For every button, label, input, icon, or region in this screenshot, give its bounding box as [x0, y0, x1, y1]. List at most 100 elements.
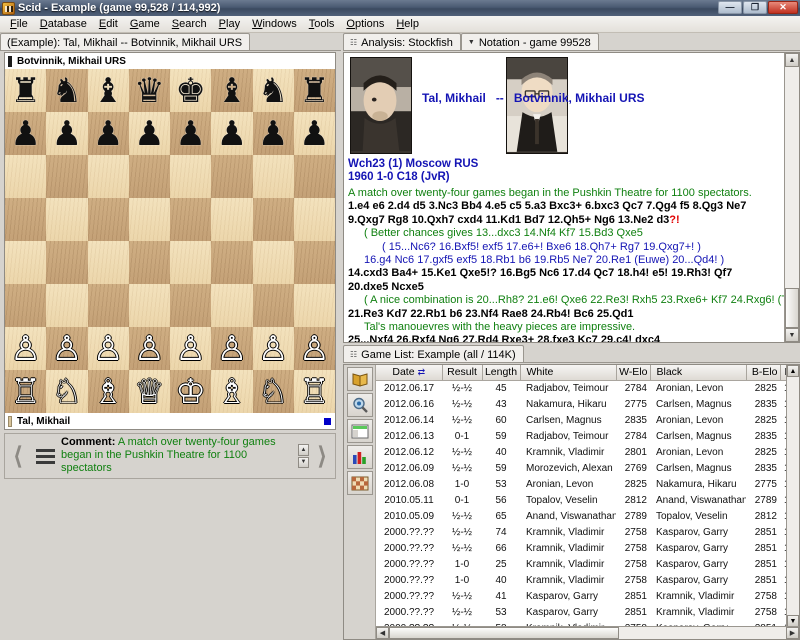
chess-piece[interactable]: ♙	[93, 332, 123, 366]
board-square[interactable]: ♗	[211, 370, 252, 413]
table-row[interactable]: 2000.??.??½-½66Kramnik, Vladimir2758Kasp…	[376, 540, 799, 556]
chess-piece[interactable]: ♛	[134, 74, 164, 108]
notation-scroll-down-icon[interactable]: ▼	[785, 328, 799, 342]
chess-piece[interactable]: ♟	[134, 117, 164, 151]
table-row[interactable]: 2012.06.081-053Aronian, Levon2825Nakamur…	[376, 476, 799, 492]
chess-piece[interactable]: ♜	[299, 74, 329, 108]
table-row[interactable]: 2000.??.??½-½41Kasparov, Garry2851Kramni…	[376, 588, 799, 604]
chess-piece[interactable]: ♟	[10, 117, 40, 151]
chess-piece[interactable]: ♟	[299, 117, 329, 151]
notation-line[interactable]: 20.dxe5 Ncxe5	[348, 281, 795, 294]
chess-piece[interactable]: ♖	[299, 375, 329, 409]
board-square[interactable]: ♟	[294, 112, 335, 155]
chess-piece[interactable]: ♙	[175, 332, 205, 366]
board-square[interactable]: ♖	[5, 370, 46, 413]
menu-game[interactable]: Game	[124, 17, 166, 31]
chess-piece[interactable]: ♙	[299, 332, 329, 366]
chess-piece[interactable]: ♞	[52, 74, 82, 108]
comment-scroll-up-icon[interactable]: ▲	[298, 444, 309, 456]
table-row[interactable]: 2000.??.??½-½74Kramnik, Vladimir2758Kasp…	[376, 524, 799, 540]
table-row[interactable]: 2000.??.??1-040Kramnik, Vladimir2758Kasp…	[376, 572, 799, 588]
chess-piece[interactable]: ♗	[217, 375, 247, 409]
board-square[interactable]: ♘	[253, 370, 294, 413]
chessboard-container[interactable]: Botvinnik, Mikhail URS ♜♞♝♛♚♝♞♜♟♟♟♟♟♟♟♟♙…	[4, 52, 336, 430]
book-icon[interactable]	[347, 367, 373, 391]
chess-piece[interactable]: ♚	[175, 74, 205, 108]
minimize-button[interactable]: —	[718, 1, 742, 14]
board-square[interactable]: ♟	[211, 112, 252, 155]
gl-hscroll-right-icon[interactable]: ▶	[786, 627, 799, 639]
move-list[interactable]: A match over twenty-four games began in …	[344, 186, 799, 343]
gl-hscroll-track[interactable]	[619, 627, 786, 639]
table-row[interactable]: 2010.05.110-156Topalov, Veselin2812Anand…	[376, 492, 799, 508]
menu-database[interactable]: Database	[34, 17, 93, 31]
menu-play[interactable]: Play	[213, 17, 246, 31]
table-row[interactable]: 2012.06.09½-½59Morozevich, Alexan2769Car…	[376, 460, 799, 476]
board-square[interactable]: ♜	[294, 69, 335, 112]
column-header-welo[interactable]: W-Elo	[616, 365, 650, 380]
board-square[interactable]: ♙	[170, 327, 211, 370]
board-square[interactable]: ♖	[294, 370, 335, 413]
board-square[interactable]	[253, 241, 294, 284]
notation-line[interactable]: A match over twenty-four games began in …	[348, 187, 795, 200]
board-square[interactable]	[46, 284, 87, 327]
board-square[interactable]	[46, 198, 87, 241]
board-square[interactable]: ♟	[253, 112, 294, 155]
comment-text[interactable]: Comment: A match over twenty-four games …	[59, 434, 298, 478]
board-square[interactable]	[88, 198, 129, 241]
chess-piece[interactable]: ♗	[93, 375, 123, 409]
board-square[interactable]	[5, 155, 46, 198]
chess-piece[interactable]: ♜	[10, 74, 40, 108]
chess-piece[interactable]: ♟	[175, 117, 205, 151]
board-square[interactable]: ♙	[253, 327, 294, 370]
board-square[interactable]: ♝	[211, 69, 252, 112]
board-square[interactable]	[46, 241, 87, 284]
chess-piece[interactable]: ♟	[52, 117, 82, 151]
board-square[interactable]	[170, 241, 211, 284]
board-square[interactable]	[294, 241, 335, 284]
tab-game-list[interactable]: ☷ Game List: Example (all / 114K)	[343, 345, 524, 362]
board-square[interactable]	[170, 284, 211, 327]
previous-move-button[interactable]: ⟨	[5, 434, 31, 478]
notation-view[interactable]: Tal, Mikhail -- Botvinnik, Mikhail URS W…	[343, 52, 800, 343]
chess-piece[interactable]: ♞	[258, 74, 288, 108]
board-square[interactable]: ♙	[88, 327, 129, 370]
chessboard-icon[interactable]	[347, 471, 373, 495]
menu-help[interactable]: Help	[390, 17, 425, 31]
notation-scroll-thumb[interactable]	[785, 288, 799, 328]
menu-file[interactable]: File	[4, 17, 34, 31]
notation-line[interactable]: ( A nice combination is 20...Rh8? 21.e6!…	[348, 294, 795, 307]
bar-chart-icon[interactable]	[347, 445, 373, 469]
column-header-black[interactable]: Black	[650, 365, 746, 380]
menu-edit[interactable]: Edit	[93, 17, 124, 31]
chess-piece[interactable]: ♙	[134, 332, 164, 366]
table-row[interactable]: 2010.05.09½-½65Anand, Viswanathan2789Top…	[376, 508, 799, 524]
table-row[interactable]: 2012.06.16½-½43Nakamura, Hikaru2775Carls…	[376, 396, 799, 412]
column-header-white[interactable]: White	[520, 365, 616, 380]
notation-line[interactable]: ( 15...Nc6? 16.Bxf5! exf5 17.e6+! Bxe6 1…	[348, 241, 795, 254]
notation-line[interactable]: 25...Nxf4 26.Rxf4 Ng6 27.Rd4 Rxe3+ 28.fx…	[348, 334, 795, 343]
board-square[interactable]: ♘	[46, 370, 87, 413]
chess-piece[interactable]: ♙	[217, 332, 247, 366]
notation-line[interactable]: 9.Qxg7 Rg8 10.Qxh7 cxd4 11.Kd1 Bd7 12.Qh…	[348, 214, 795, 227]
table-row[interactable]: 2012.06.12½-½40Kramnik, Vladimir2801Aron…	[376, 444, 799, 460]
board-square[interactable]	[88, 155, 129, 198]
board-square[interactable]: ♙	[211, 327, 252, 370]
comment-menu-button[interactable]	[31, 449, 59, 464]
comment-scrollbar[interactable]: ▲ ▼	[298, 444, 309, 468]
board-square[interactable]	[170, 155, 211, 198]
board-square[interactable]	[170, 198, 211, 241]
notation-scroll-up-icon[interactable]: ▲	[785, 53, 799, 67]
gl-hscroll-left-icon[interactable]: ◀	[376, 627, 389, 639]
board-square[interactable]: ♝	[88, 69, 129, 112]
menu-tools[interactable]: Tools	[303, 17, 341, 31]
board-square[interactable]: ♙	[5, 327, 46, 370]
board-square[interactable]	[129, 241, 170, 284]
board-square[interactable]	[211, 155, 252, 198]
board-square[interactable]	[46, 155, 87, 198]
board-square[interactable]: ♟	[88, 112, 129, 155]
notation-line[interactable]: 21.Re3 Kd7 22.Rb1 b6 23.Nf4 Rae8 24.Rb4!…	[348, 308, 795, 321]
table-row[interactable]: 2000.??.??½-½53Kasparov, Garry2851Kramni…	[376, 604, 799, 620]
board-square[interactable]	[88, 284, 129, 327]
board-square[interactable]: ♟	[46, 112, 87, 155]
